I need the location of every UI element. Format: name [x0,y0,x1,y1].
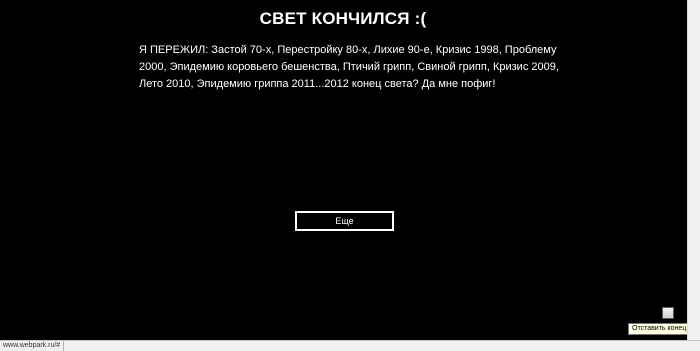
browser-viewport: СВЕТ КОНЧИЛСЯ :( Я ПЕРЕЖИЛ: Застой 70-х,… [0,0,700,351]
survived-list-text: Я ПЕРЕЖИЛ: Застой 70-х, Перестройку 80-х… [139,44,559,90]
vertical-scrollbar[interactable] [687,0,700,340]
page-title: СВЕТ КОНЧИЛСЯ :( [259,9,427,28]
more-button[interactable]: Еще [295,211,394,231]
cancel-end-of-world-checkbox-icon[interactable] [662,307,674,319]
status-bar: www.webpark.ru/# [0,340,700,351]
status-bar-url: www.webpark.ru/# [0,341,65,351]
